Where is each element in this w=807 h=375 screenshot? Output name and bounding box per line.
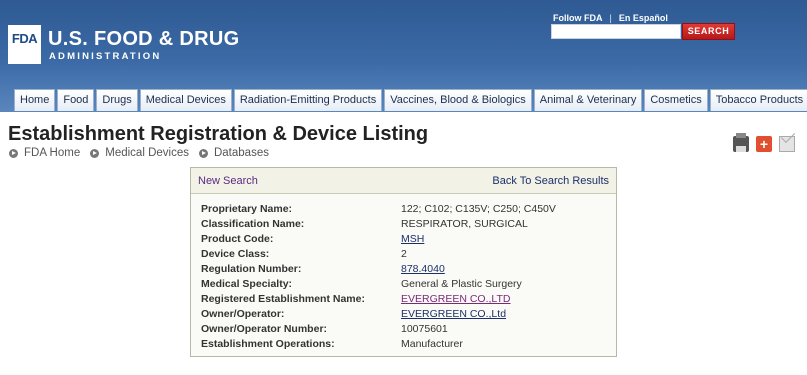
row-owner-operator-number: Owner/Operator Number: 10075601 (191, 322, 616, 337)
row-value: General & Plastic Surgery (401, 278, 522, 290)
device-detail-panel: New Search Back To Search Results Propri… (190, 167, 617, 357)
row-label: Medical Specialty: (201, 278, 293, 290)
tab-food[interactable]: Food (57, 89, 95, 111)
row-label: Owner/Operator: (201, 308, 285, 320)
breadcrumb-arrow-icon (198, 148, 208, 158)
row-establishment-operations: Establishment Operations: Manufacturer (191, 337, 616, 352)
tab-vaccines-blood-biologics[interactable]: Vaccines, Blood & Biologics (384, 89, 532, 111)
fda-logo[interactable]: FDA (8, 25, 41, 64)
breadcrumb-medical-devices[interactable]: Medical Devices (105, 147, 189, 159)
tab-animal-veterinary[interactable]: Animal & Veterinary (533, 89, 643, 111)
back-to-results-link[interactable]: Back To Search Results (492, 175, 609, 187)
utility-links: Follow FDA | En Español (553, 13, 668, 23)
page-title: Establishment Registration & Device List… (8, 123, 429, 145)
row-proprietary-name: Proprietary Name: 122; C102; C135V; C250… (191, 202, 616, 217)
search-button[interactable]: SEARCH (682, 23, 735, 40)
row-value: 2 (401, 248, 407, 260)
row-label: Owner/Operator Number: (201, 323, 328, 335)
detail-rows: Proprietary Name: 122; C102; C135V; C250… (191, 194, 616, 352)
search-input[interactable] (551, 24, 681, 39)
row-label: Regulation Number: (201, 263, 302, 275)
row-label: Classification Name: (201, 218, 305, 230)
row-label: Establishment Operations: (201, 338, 335, 350)
product-code-link[interactable]: MSH (401, 232, 424, 247)
plus-icon[interactable]: + (756, 136, 772, 152)
row-value: 10075601 (401, 323, 448, 335)
main-nav: Home Food Drugs Medical Devices Radiatio… (14, 89, 807, 112)
row-device-class: Device Class: 2 (191, 247, 616, 262)
tab-cosmetics[interactable]: Cosmetics (644, 89, 708, 111)
agency-title[interactable]: U.S. FOOD & DRUG (48, 28, 239, 51)
row-value: Manufacturer (401, 338, 463, 350)
breadcrumb-fda-home[interactable]: FDA Home (24, 147, 80, 159)
row-label: Device Class: (201, 248, 270, 260)
row-registered-establishment: Registered Establishment Name: EVERGREEN… (191, 292, 616, 307)
breadcrumb-arrow-icon (9, 148, 18, 158)
print-icon[interactable] (733, 133, 749, 152)
espanol-link[interactable]: En Español (619, 13, 668, 23)
row-classification-name: Classification Name: RESPIRATOR, SURGICA… (191, 217, 616, 232)
row-owner-operator: Owner/Operator: EVERGREEN CO.,Ltd (191, 307, 616, 322)
breadcrumb: FDA Home Medical Devices Databases (9, 147, 279, 159)
panel-header: New Search Back To Search Results (191, 168, 616, 194)
establishment-name-link[interactable]: EVERGREEN CO.,LTD (401, 292, 511, 307)
regulation-number-link[interactable]: 878.4040 (401, 262, 445, 277)
row-regulation-number: Regulation Number: 878.4040 (191, 262, 616, 277)
new-search-link[interactable]: New Search (198, 175, 258, 187)
logo-mark: FDA (11, 31, 38, 46)
row-label: Registered Establishment Name: (201, 293, 365, 305)
breadcrumb-databases[interactable]: Databases (214, 147, 269, 159)
follow-fda-link[interactable]: Follow FDA (553, 13, 603, 23)
owner-operator-link[interactable]: EVERGREEN CO.,Ltd (401, 307, 506, 322)
tab-medical-devices[interactable]: Medical Devices (139, 89, 232, 111)
tab-tobacco-products[interactable]: Tobacco Products (709, 89, 807, 111)
row-medical-specialty: Medical Specialty: General & Plastic Sur… (191, 277, 616, 292)
row-label: Proprietary Name: (201, 203, 293, 215)
breadcrumb-arrow-icon (90, 148, 100, 158)
tab-radiation-emitting-products[interactable]: Radiation-Emitting Products (233, 89, 383, 111)
agency-subtitle: ADMINISTRATION (49, 51, 162, 62)
site-header: FDA U.S. FOOD & DRUG ADMINISTRATION Foll… (0, 0, 807, 112)
tab-drugs[interactable]: Drugs (96, 89, 138, 111)
row-product-code: Product Code: MSH (191, 232, 616, 247)
page-tools: + (733, 133, 802, 152)
row-value: 122; C102; C135V; C250; C450V (401, 203, 556, 215)
tab-home[interactable]: Home (14, 89, 56, 111)
mail-icon[interactable] (779, 136, 795, 152)
row-label: Product Code: (201, 233, 274, 245)
row-value: RESPIRATOR, SURGICAL (401, 218, 528, 230)
